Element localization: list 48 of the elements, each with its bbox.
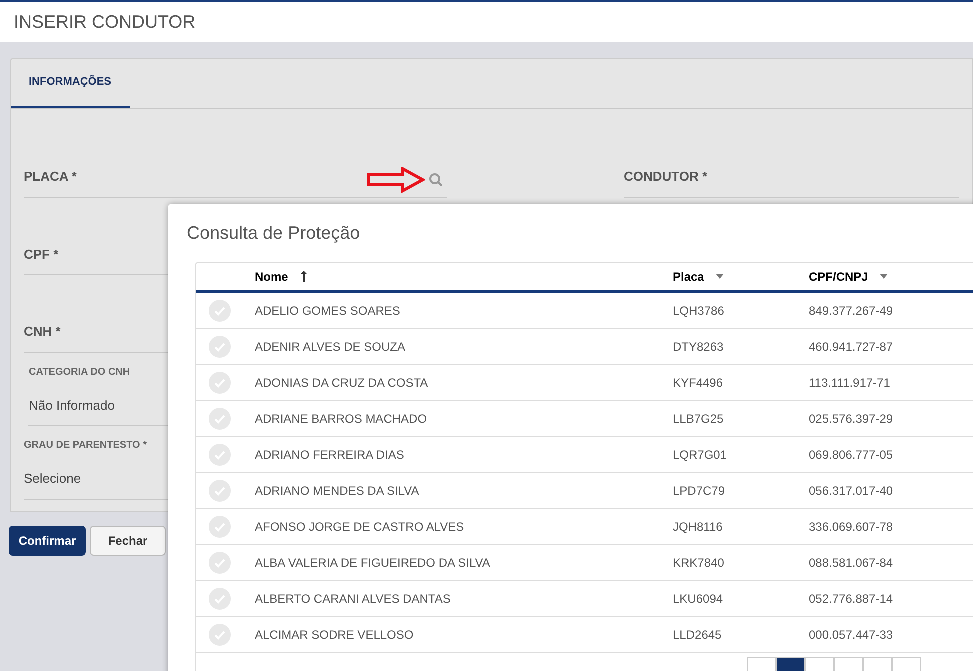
close-button[interactable]: Fechar [90, 526, 166, 556]
table-cell-text: ADENIR ALVES DE SOUZA [255, 338, 406, 356]
arrow-drawing [367, 167, 425, 193]
modal-title: Consulta de Proteção [187, 223, 360, 243]
table-cell-text: LPD7C79 [673, 482, 726, 500]
table-cell-text: ALBERTO CARANI ALVES DANTAS [255, 590, 452, 608]
table-cell-text: LKU6094 [673, 590, 724, 608]
table-cell-text: 849.377.267-49 [809, 302, 894, 320]
table-cell-text: LQH3786 [673, 302, 726, 320]
table-cell-text: KYF4496 [673, 374, 724, 392]
table-cell-text: LQR7G01 [673, 446, 728, 464]
table-cell-text: AFONSO JORGE DE CASTRO ALVES [255, 518, 466, 536]
table-cell-text: LLD2645 [673, 626, 723, 644]
table-cell-text: 056.317.017-40 [809, 482, 894, 500]
table-cell-text: ADONIAS DA CRUZ DA COSTA [255, 374, 430, 392]
field-label: CONDUTOR * [624, 168, 708, 186]
table-cell-text: LLB7G25 [673, 410, 725, 428]
table-cell-text: 069.806.777-05 [809, 446, 894, 464]
table-cell-text: 113.111.917-71 [809, 374, 892, 392]
table-cell-text: KRK7840 [673, 554, 726, 572]
field-label: CPF * [24, 246, 59, 264]
field-label: PLACA * [24, 168, 77, 186]
column-header[interactable]: CPF/CNPJ [809, 268, 959, 286]
field-label: CNH * [24, 323, 61, 341]
table-cell-text: ADELIO GOMES SOARES [255, 302, 402, 320]
table-cell-text: ALBA VALERIA DE FIGUEIREDO DA SILVA [255, 554, 492, 572]
table-cell-text: JQH8116 [673, 518, 724, 536]
table-cell-text: 088.581.067-84 [809, 554, 894, 572]
column-header[interactable]: Nome [255, 268, 673, 286]
select-value[interactable]: Selecione [24, 461, 82, 498]
table-cell-text: ADRIANE BARROS MACHADO [255, 410, 428, 428]
table-cell-text: ADRIANO FERREIRA DIAS [255, 446, 406, 464]
table-cell-text: 052.776.887-14 [809, 590, 894, 608]
field-label: GRAU DE PARENTESTO * [24, 439, 147, 453]
table-cell-text: ADRIANO MENDES DA SILVA [255, 482, 420, 500]
column-header[interactable]: Placa [673, 268, 809, 286]
search-icon[interactable] [429, 173, 443, 187]
page-title: INSERIR CONDUTOR [14, 10, 196, 34]
table-cell-text: 336.069.607-78 [809, 518, 894, 536]
confirm-button[interactable]: Confirmar [9, 526, 86, 556]
table-cell-text: 025.576.397-29 [809, 410, 894, 428]
select-value[interactable]: Não Informado [29, 388, 115, 425]
field-label: CATEGORIA DO CNH [29, 366, 130, 380]
table-cell-text: DTY8263 [673, 338, 725, 356]
tab[interactable]: INFORMAÇÕES [11, 59, 130, 108]
table-cell-text: 000.057.447-33 [809, 626, 894, 644]
table-cell-text: 460.941.727-87 [809, 338, 894, 356]
table-cell-text: ALCIMAR SODRE VELLOSO [255, 626, 415, 644]
